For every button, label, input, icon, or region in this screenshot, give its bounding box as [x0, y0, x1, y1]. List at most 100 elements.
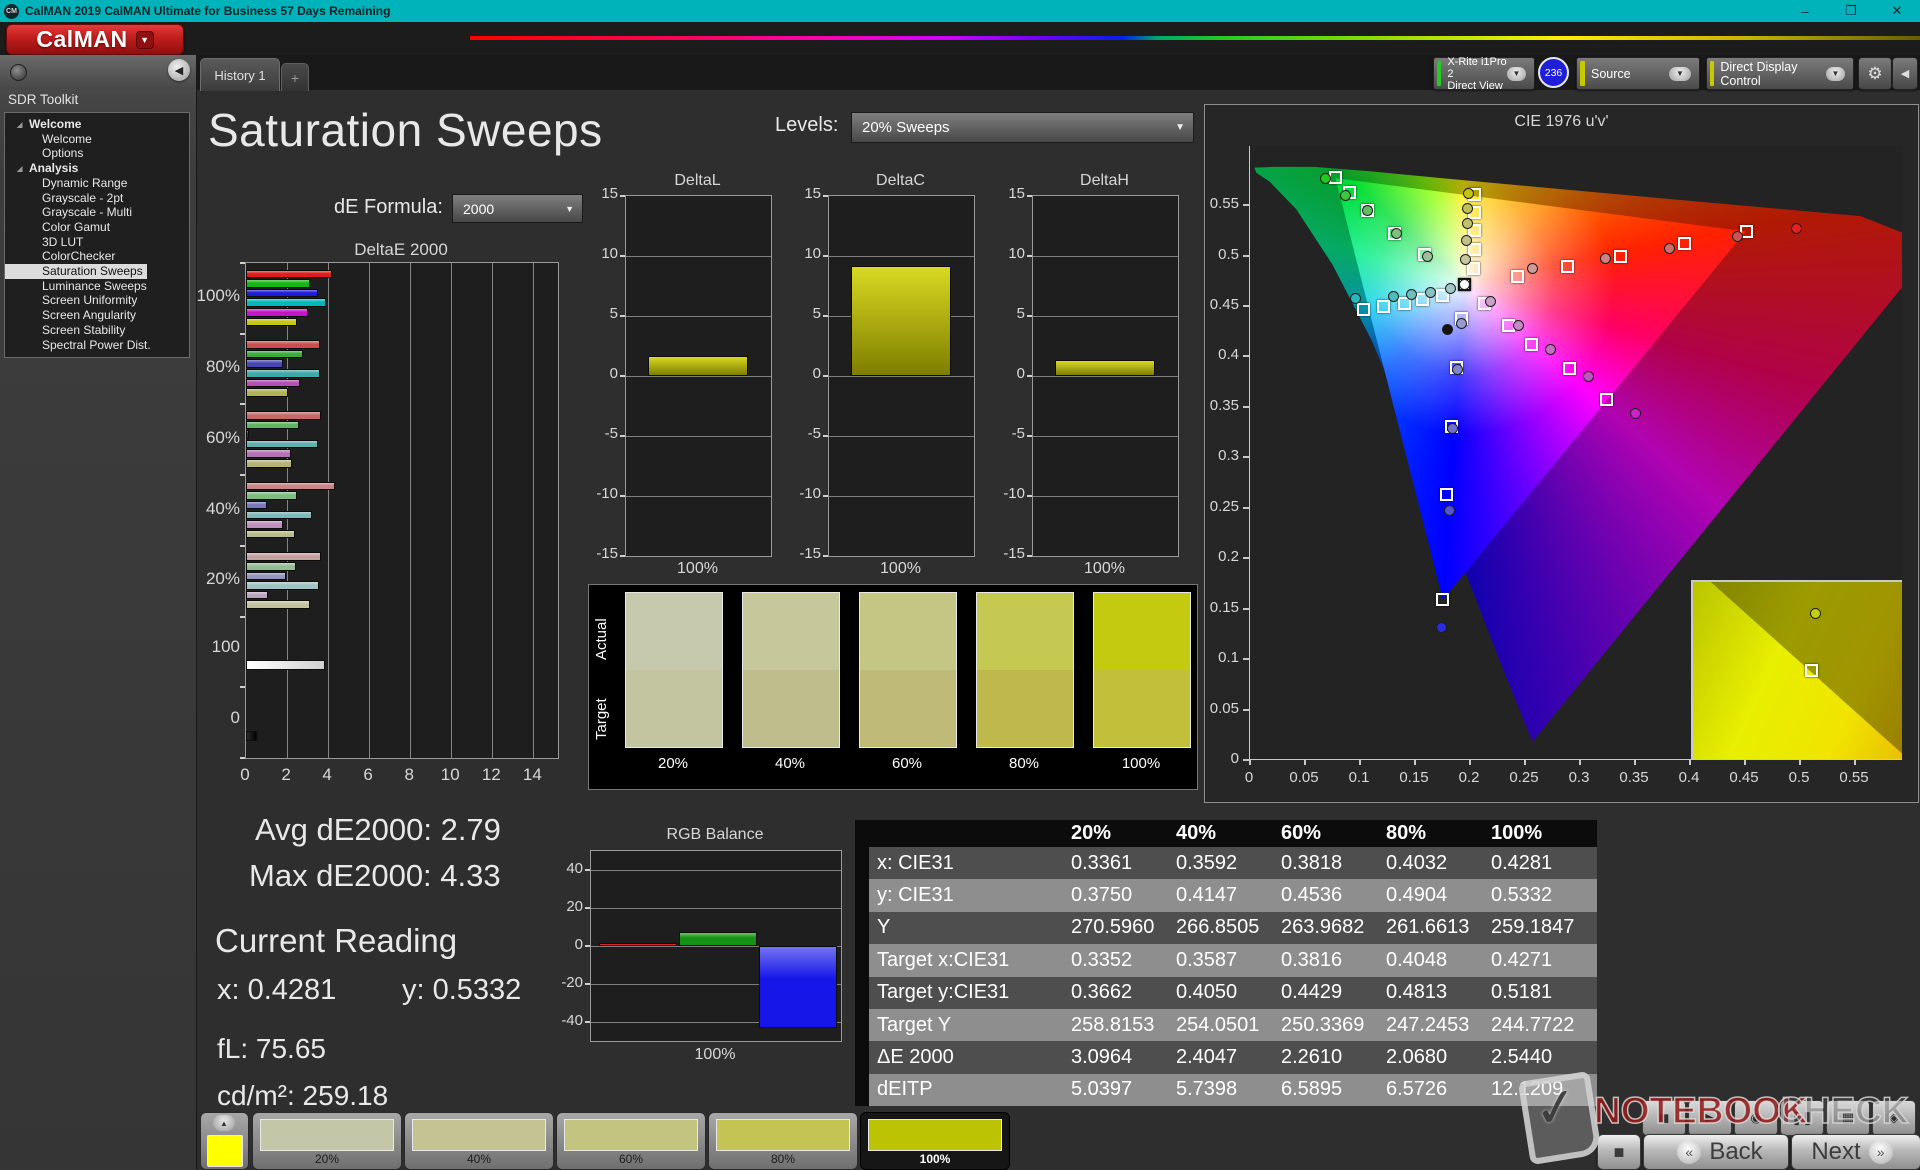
cie-plot[interactable]: [1249, 146, 1902, 760]
sidebar-collapse-button[interactable]: ◀: [168, 59, 190, 81]
deltaH-bar: [1055, 360, 1155, 376]
y-tick: [1027, 495, 1032, 497]
add-tab-button[interactable]: +: [281, 63, 309, 91]
deltae-bar-cyan: [246, 298, 327, 307]
y-tick-label: 0: [574, 936, 583, 953]
gridline: [1033, 376, 1178, 377]
transport-button[interactable]: ❚❚: [1780, 1100, 1824, 1136]
x-tick-label: 0.05: [1289, 769, 1319, 786]
sidebar-item-screen-angularity[interactable]: Screen Angularity: [5, 308, 189, 323]
group-label: 80%: [205, 357, 240, 377]
y-tick-label: 15: [601, 185, 618, 202]
sidebar-item-welcome[interactable]: ◢ Welcome: [5, 117, 189, 132]
gear-icon[interactable]: ⚙: [1858, 57, 1892, 90]
y-tick-label: 10: [601, 245, 618, 262]
sidebar-item-screen-stability[interactable]: Screen Stability: [5, 323, 189, 338]
deltae-bar-red: [246, 481, 335, 491]
de-formula-dropdown[interactable]: 2000 ▼: [452, 194, 583, 223]
stop-button[interactable]: ■: [1597, 1134, 1641, 1170]
row-accent: [855, 1009, 869, 1042]
transport-button[interactable]: ◼: [1642, 1100, 1686, 1136]
table-col-header: 40%: [1176, 822, 1217, 844]
expander-icon[interactable]: ◢: [17, 119, 22, 134]
y-tick-label: 0: [812, 365, 821, 382]
sidebar-item-color-gamut[interactable]: Color Gamut: [5, 220, 189, 235]
table-cell: 5.0397: [1071, 1078, 1133, 1101]
x-category-label: 100%: [694, 1046, 736, 1063]
gridline: [410, 263, 411, 758]
transport-button[interactable]: ◈: [1872, 1100, 1916, 1136]
patch-button-60%[interactable]: 60%: [556, 1112, 706, 1170]
display-control-status-bar: [1710, 61, 1715, 86]
calman-app-icon: CM: [4, 3, 19, 19]
levels-dropdown[interactable]: 20% Sweeps ▼: [851, 112, 1194, 143]
x-tick: [1634, 759, 1636, 765]
gridline: [626, 376, 771, 377]
deltae-bar-magenta: [246, 449, 292, 458]
transport-button[interactable]: ▦: [1826, 1100, 1870, 1136]
y-tick: [823, 255, 828, 257]
deltaH-chart: DeltaH -15 -10 -5 0 5 10 15 100%: [987, 172, 1222, 582]
chevron-down-icon: ▼: [565, 203, 574, 214]
calman-window: CM CalMAN 2019 CalMAN Ultimate for Busin…: [0, 0, 1920, 1170]
y-tick: [1027, 195, 1032, 197]
sidebar-item-saturation-sweeps[interactable]: Saturation Sweeps: [5, 264, 147, 279]
y-tick: [620, 435, 625, 437]
sidebar-item-screen-uniformity[interactable]: Screen Uniformity: [5, 293, 189, 308]
row-label: y: CIE31: [877, 884, 954, 907]
meter-dropdown[interactable]: X-Rite i1Pro 2 Direct View ▼: [1433, 56, 1535, 92]
sidebar-item-dynamic-range[interactable]: Dynamic Range: [5, 176, 189, 191]
patch-label: 80%: [770, 1152, 796, 1166]
back-button[interactable]: « Back: [1643, 1134, 1789, 1170]
next-button[interactable]: Next »: [1791, 1134, 1920, 1170]
x-tick-label: 0.15: [1399, 769, 1429, 786]
patch-button-40%[interactable]: 40%: [404, 1112, 554, 1170]
sidebar-item-options[interactable]: Options: [5, 146, 189, 161]
table-cell: 270.5960: [1071, 916, 1155, 939]
tab-history-1[interactable]: History 1: [200, 58, 280, 91]
close-button[interactable]: ✕: [1874, 0, 1920, 22]
meter-count-badge[interactable]: 236: [1538, 57, 1569, 88]
workflow-tree: ◢ Welcome Welcome Options ◢ Analysis Dynamic R…: [4, 112, 190, 358]
sidebar-item-3d-lut[interactable]: 3D LUT: [5, 235, 189, 250]
patch-button-100%[interactable]: 100%: [860, 1112, 1010, 1170]
cie-target-cyan: [1376, 300, 1390, 314]
y-tick: [620, 195, 625, 197]
sidebar-item-grayscale-2pt[interactable]: Grayscale - 2pt: [5, 191, 189, 206]
transport-button[interactable]: ◉: [1734, 1100, 1778, 1136]
sidebar-item-spectral-power-dist-[interactable]: Spectral Power Dist.: [5, 338, 189, 353]
sidebar-item-colorchecker[interactable]: ColorChecker: [5, 249, 189, 264]
source-dropdown[interactable]: Source ▼: [1576, 57, 1700, 90]
sidebar-item-analysis[interactable]: ◢ Analysis: [5, 161, 189, 176]
y-tick-label: 15: [1008, 185, 1025, 202]
sidebar-item-welcome[interactable]: Welcome: [5, 132, 189, 147]
cie-measured-magenta: [1544, 343, 1556, 355]
workflow-status-icon[interactable]: [10, 63, 27, 81]
patch-up-button[interactable]: ▲: [213, 1115, 235, 1131]
deltae-bar-cyan: [246, 439, 318, 449]
transport-button[interactable]: ▶: [1688, 1100, 1732, 1136]
cie-1976-panel: CIE 1976 u'v' 0 0.05 0.1 0.15 0.2 0.25 0.3 0.35 0…: [1204, 104, 1919, 803]
y-tick-label: -10: [799, 485, 821, 502]
max-de2000: Max dE2000: 4.33: [249, 858, 501, 893]
minimize-button[interactable]: –: [1782, 0, 1828, 22]
cie-measured-red: [1791, 222, 1803, 234]
expander-icon[interactable]: ◢: [17, 163, 22, 178]
y-tick-label: 0: [1230, 750, 1239, 767]
y-tick: [620, 315, 625, 317]
sidebar-item-grayscale-multi[interactable]: Grayscale - Multi: [5, 205, 189, 220]
table-row: Target x:CIE31 0.3352 0.3587 0.3816 0.4048 0.…: [855, 944, 1597, 977]
gridline: [1033, 256, 1178, 257]
calman-wordmark: CalMAN: [36, 26, 128, 52]
current-y: y: 0.5332: [402, 974, 522, 1006]
y-tick-label: 10: [1008, 245, 1025, 262]
sidebar-item-luminance-sweeps[interactable]: Luminance Sweeps: [5, 279, 189, 294]
restore-button[interactable]: ❐: [1828, 0, 1874, 22]
patch-button-80%[interactable]: 80%: [708, 1112, 858, 1170]
deltaL-chart: DeltaL -15 -10 -5 0 5 10 15 100%: [580, 172, 815, 582]
patch-button-20%[interactable]: 20%: [252, 1112, 402, 1170]
calman-menu-button[interactable]: CalMAN ▼: [6, 24, 184, 55]
display-control-dropdown[interactable]: Direct Display Control ▼: [1706, 57, 1854, 90]
table-cell: 0.4536: [1281, 884, 1343, 907]
panel-collapse-button[interactable]: ◀: [1892, 57, 1918, 90]
